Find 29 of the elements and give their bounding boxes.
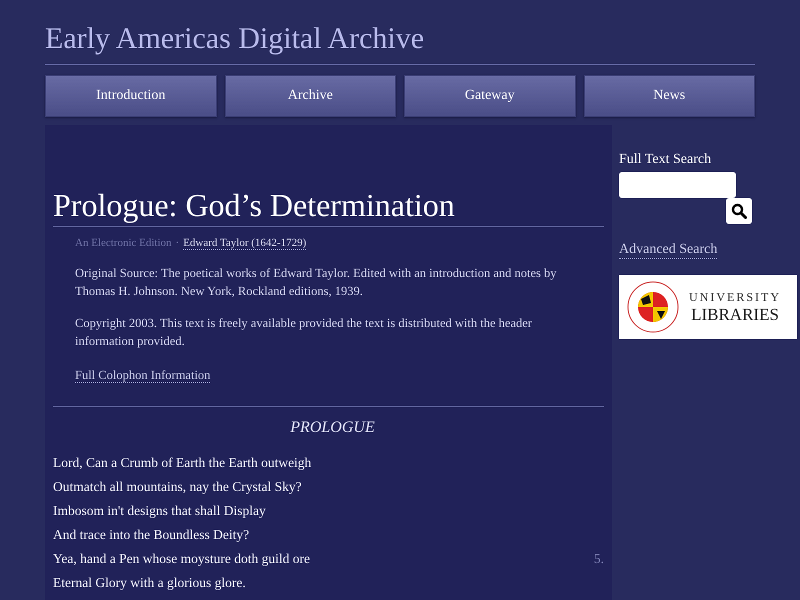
source-text: Original Source: The poetical works of Edward Taylor. Edited with an introduction and notes by Thomas H. Johnson. New York, Rockland editions, 1939. xyxy=(75,265,558,300)
search-button[interactable] xyxy=(726,198,752,224)
search-icon xyxy=(731,203,747,219)
copyright-text: Copyright 2003. This text is freely available provided the text is distributed with the header information provided. xyxy=(75,315,533,350)
page-title: Prologue: God’s Determination xyxy=(53,187,604,227)
colophon-link[interactable]: Full Colophon Information xyxy=(75,368,210,383)
logo-text: UNIVERSITY xyxy=(689,290,781,304)
poem-line: And trace into the Boundless Deity? xyxy=(53,527,250,543)
nav-button[interactable]: News xyxy=(584,75,755,117)
seal-icon xyxy=(627,281,679,333)
edition-label: An Electronic Edition xyxy=(75,237,172,250)
advanced-search-link[interactable]: Advanced Search xyxy=(619,242,718,259)
nav-button[interactable]: Introduction xyxy=(45,75,216,117)
poem-line: Lord, Can a Crumb of Earth the Earth outweigh xyxy=(53,455,312,471)
poem-heading: PROLOGUE xyxy=(290,419,375,436)
author-link[interactable]: Edward Taylor (1642-1729) xyxy=(183,237,306,250)
logo-text: LIBRARIES xyxy=(691,304,779,324)
line-number: 5. xyxy=(594,551,604,567)
library-logo[interactable]: UNIVERSITY LIBRARIES xyxy=(619,275,797,339)
search-label: Full Text Search xyxy=(619,152,712,168)
nav-button[interactable]: Archive xyxy=(224,75,396,117)
nav-button[interactable]: Gateway xyxy=(404,75,576,117)
separator-dot: · xyxy=(176,237,180,250)
site-title: Early Americas Digital Archive xyxy=(45,22,755,65)
poem-line: Outmatch all mountains, nay the Crystal Sky? xyxy=(53,479,302,495)
poem-line: Yea, hand a Pen whose moysture doth guild ore xyxy=(53,551,310,567)
poem-line: Eternal Glory with a glorious glore. xyxy=(53,575,246,591)
poem-line: Imbosom in't designs that shall Display xyxy=(53,503,266,519)
search-field[interactable] xyxy=(619,172,736,198)
